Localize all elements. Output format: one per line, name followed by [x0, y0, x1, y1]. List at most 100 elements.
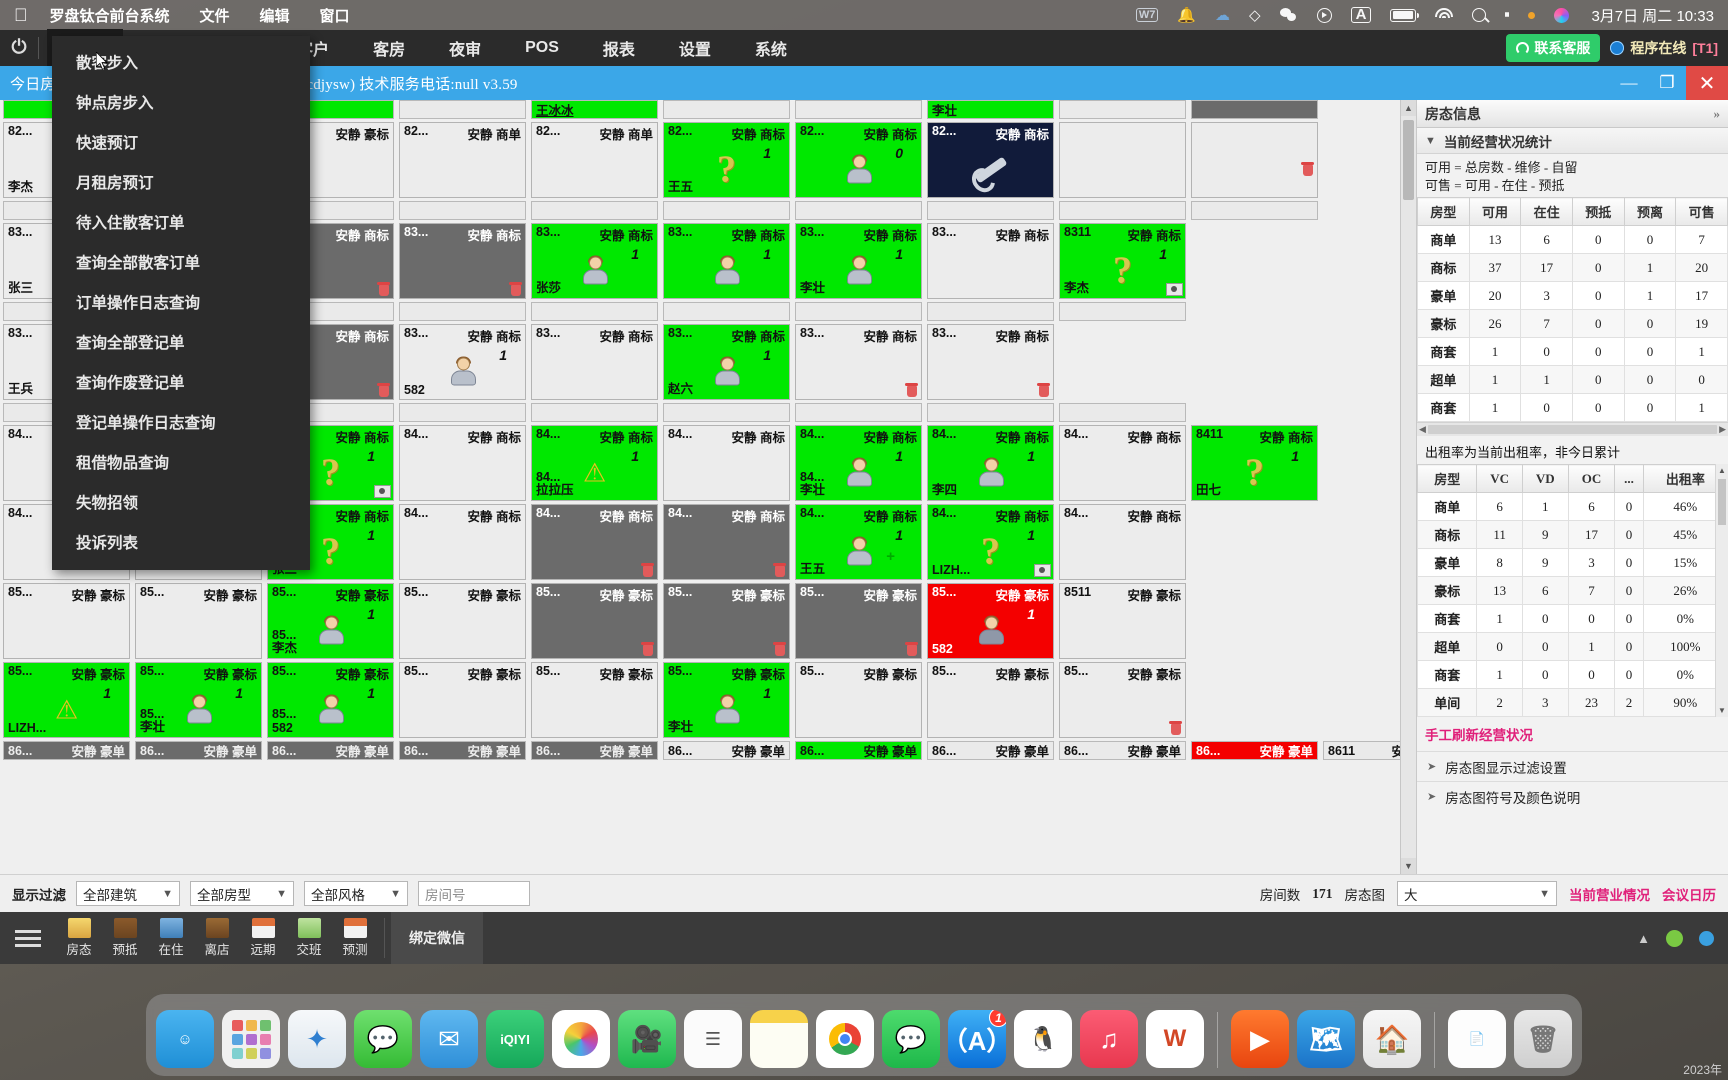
guest-name-cell[interactable] — [1191, 100, 1318, 119]
apple-logo-icon[interactable]:  — [14, 6, 28, 24]
room-tile[interactable]: 83... 安静 商标 1 赵六 — [663, 324, 790, 400]
room-cell[interactable]: 86... 安静 豪单 — [267, 741, 394, 760]
room-tile[interactable]: 85... 安静 豪标 1 85... 李壮 — [135, 662, 262, 738]
guest-name-cell[interactable] — [399, 302, 526, 321]
dropdown-item-11[interactable]: 失物招领 — [52, 482, 310, 522]
dropdown-item-5[interactable]: 查询全部散客订单 — [52, 242, 310, 282]
reminders-icon[interactable]: ☰ — [684, 1010, 742, 1068]
guest-name-cell[interactable] — [795, 302, 922, 321]
cloud-blue-icon[interactable]: ☁ — [1215, 6, 1230, 24]
room-cell[interactable]: 83... 安静 商标 1 582 — [399, 324, 526, 400]
room-tile[interactable]: 83... 安静 商标 — [927, 223, 1054, 299]
room-cell[interactable]: 8311 安静 商标 1? 李杰 — [1059, 223, 1186, 299]
mac-menu-window[interactable]: 窗口 — [320, 5, 350, 26]
guest-name-cell[interactable] — [1059, 302, 1186, 321]
room-tile[interactable]: 83... 安静 商标 — [927, 324, 1054, 400]
scroll-up-arrow-icon[interactable]: ▲ — [1401, 100, 1416, 116]
room-cell[interactable]: 85... 安静 豪标 1 85... 582 — [267, 662, 394, 738]
dropdown-item-0[interactable]: 散客步入 — [52, 42, 310, 82]
room-cell[interactable]: 85... 安静 豪标 — [531, 662, 658, 738]
room-number-input[interactable]: 房间号 — [418, 881, 530, 906]
h-scroll-right-icon[interactable]: ▶ — [1719, 424, 1726, 435]
room-cell[interactable]: 84... 安静 商标 1 ⚠ 84... 拉拉压 — [531, 425, 658, 501]
menu-baobiao[interactable]: 报表 — [581, 29, 657, 67]
wps-icon[interactable]: W — [1146, 1010, 1204, 1068]
building-select[interactable]: 全部建筑 ▼ — [76, 881, 180, 906]
room-tile[interactable]: 85... 安静 豪标 — [795, 583, 922, 659]
room-cell[interactable]: 82... 安静 商标 1? 王五 — [663, 122, 790, 198]
guest-name-cell[interactable] — [399, 201, 526, 220]
gear-icon[interactable] — [1666, 929, 1683, 947]
guest-name-cell[interactable] — [663, 201, 790, 220]
taskbar-item-yudi[interactable]: 预抵 — [102, 918, 148, 958]
guest-name-cell[interactable]: 李壮 — [927, 100, 1054, 119]
room-tile[interactable]: 84... 安静 商标 1 李四 — [927, 425, 1054, 501]
room-cell[interactable]: 83... 安静 商标 1 赵六 — [663, 324, 790, 400]
siri-icon[interactable] — [1554, 7, 1570, 23]
map-size-select[interactable]: 大 ▼ — [1397, 881, 1557, 906]
maps-icon[interactable]: 🗺 — [1297, 1010, 1355, 1068]
room-tile[interactable]: 83... 安静 商标 — [399, 223, 526, 299]
room-tile[interactable]: 82... 安静 商单 — [531, 122, 658, 198]
wechat-tray-icon[interactable] — [1279, 7, 1298, 23]
control-center-icon[interactable] — [1505, 8, 1521, 22]
room-cell[interactable]: 85... 安静 豪标 — [531, 583, 658, 659]
room-tile[interactable]: 82... 安静 商标 0 — [795, 122, 922, 198]
room-cell[interactable]: 84... 安静 商标 — [1059, 425, 1186, 501]
table-row[interactable]: 豪单 20 3 0 1 17 — [1417, 281, 1728, 311]
dropdown-item-7[interactable]: 查询全部登记单 — [52, 322, 310, 362]
play-icon[interactable] — [1316, 7, 1332, 23]
room-cell[interactable]: 86... 安静 豪单 — [135, 741, 262, 760]
column-header[interactable]: 房型 — [1416, 464, 1478, 494]
chrome-icon[interactable] — [816, 1010, 874, 1068]
contact-support-button[interactable]: 联系客服 — [1506, 34, 1601, 62]
trash-icon[interactable]: 🗑 — [1514, 1010, 1572, 1068]
room-tile[interactable]: 84... 安静 商标 — [531, 504, 658, 580]
notes-icon[interactable] — [750, 1010, 808, 1068]
guest-name-cell[interactable] — [927, 201, 1054, 220]
room-tile[interactable]: 8411 安静 商标 1? 田七 — [1191, 425, 1318, 501]
room-cell[interactable]: 85... 安静 豪标 — [927, 662, 1054, 738]
safari-icon[interactable]: ✦ — [288, 1010, 346, 1068]
guest-name-cell[interactable] — [1059, 403, 1186, 422]
finder-icon[interactable]: ☺ — [156, 1010, 214, 1068]
row-display-filter-settings[interactable]: ➤ 房态图显示过滤设置 — [1417, 751, 1728, 781]
occ-scroll-thumb[interactable] — [1718, 479, 1726, 526]
room-tile[interactable]: 82... 安静 商标 1? 王五 — [663, 122, 790, 198]
room-cell[interactable]: 82... 安静 商单 — [531, 122, 658, 198]
manual-refresh-link[interactable]: 手工刷新经营状况 — [1417, 717, 1728, 751]
taskbar-item-jiaoban[interactable]: 交班 — [286, 918, 332, 958]
room-cell[interactable]: 82... 安静 商标 0 — [795, 122, 922, 198]
room-tile[interactable]: 83... 安静 商标 — [795, 324, 922, 400]
input-source-icon[interactable]: A — [1350, 7, 1372, 23]
hamburger-icon[interactable] — [0, 926, 56, 951]
table-row[interactable]: 豪标 13 6 7 0 26% — [1416, 576, 1728, 606]
room-tile[interactable]: 83... 安静 商标 1 — [663, 223, 790, 299]
room-cell[interactable] — [1191, 122, 1318, 198]
wifi-icon[interactable] — [1435, 8, 1454, 22]
room-cell[interactable]: 84... 安静 商标 1? LIZH... — [927, 504, 1054, 580]
room-cell[interactable]: 85... 安静 豪标 1 85... 李杰 — [267, 583, 394, 659]
room-tile[interactable]: 82... 安静 商标 — [927, 122, 1054, 198]
room-tile[interactable]: 85... 安静 豪标 — [663, 583, 790, 659]
taskbar-item-lidian[interactable]: 离店 — [194, 918, 240, 958]
mail-icon[interactable]: ✉ — [420, 1010, 478, 1068]
room-cell[interactable]: 85... 安静 豪标 1 582 — [927, 583, 1054, 659]
scrollbar-thumb[interactable] — [1403, 120, 1414, 200]
guest-name-cell[interactable] — [795, 201, 922, 220]
table-row[interactable]: 商套 1 0 0 0 1 — [1417, 337, 1728, 367]
taskbar-item-yuce[interactable]: 预测 — [332, 918, 378, 958]
room-cell[interactable]: 85... 安静 豪标 — [795, 583, 922, 659]
mac-menu-file[interactable]: 文件 — [200, 5, 230, 26]
room-tile[interactable]: 85... 安静 豪标 1 85... 李杰 — [267, 583, 394, 659]
guest-name-cell[interactable] — [531, 302, 658, 321]
table-row[interactable]: 商单 6 1 6 0 46% — [1416, 492, 1728, 522]
room-tile[interactable]: 85... 安静 豪标 1 ⚠ LIZH... — [3, 662, 130, 738]
taskbar-item-yuanqi[interactable]: 远期 — [240, 918, 286, 958]
room-tile[interactable]: 85... 安静 豪标 — [531, 662, 658, 738]
room-tile[interactable] — [1059, 122, 1186, 198]
room-cell[interactable]: 86... 安静 豪单 — [927, 741, 1054, 760]
room-cell[interactable]: 86... 安静 豪单 — [531, 741, 658, 760]
room-cell[interactable]: 84... 安静 商标 — [399, 504, 526, 580]
room-cell[interactable]: 83... 安静 商标 — [927, 324, 1054, 400]
